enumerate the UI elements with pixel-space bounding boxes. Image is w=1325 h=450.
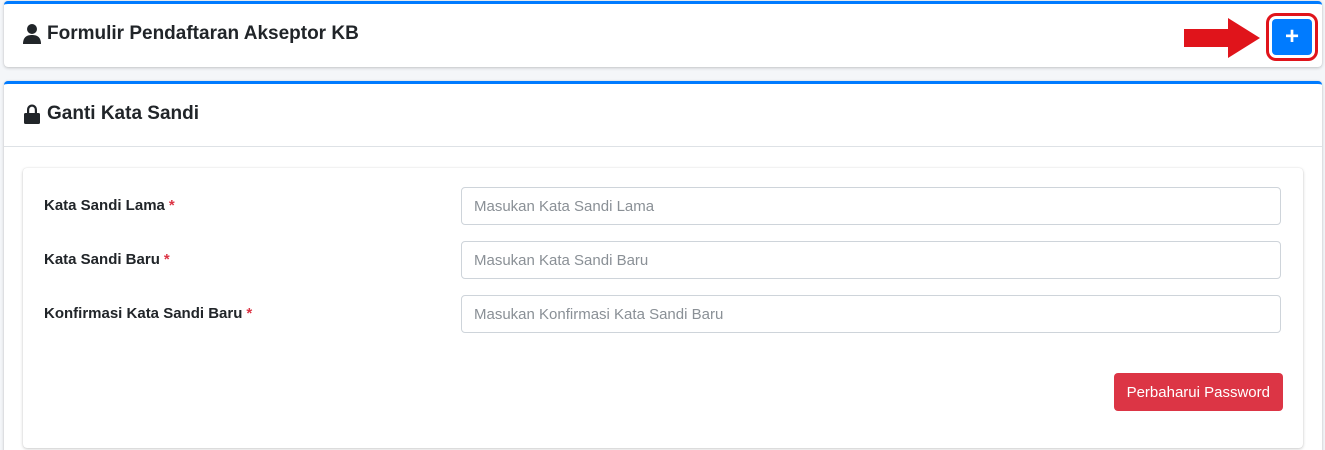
change-password-card: Ganti Kata Sandi Kata Sandi Lama * Kata S…	[4, 81, 1322, 450]
change-password-title: Ganti Kata Sandi	[47, 103, 200, 124]
registration-form-card: Formulir Pendaftaran Akseptor KB +	[4, 1, 1322, 67]
registration-card-title: Formulir Pendaftaran Akseptor KB	[47, 23, 359, 44]
pointer-arrow-icon	[1184, 18, 1260, 58]
old-password-label: Kata Sandi Lama *	[44, 197, 175, 214]
new-password-label-text: Kata Sandi Baru	[44, 251, 160, 268]
old-password-label-text: Kata Sandi Lama	[44, 197, 165, 214]
new-password-input[interactable]	[461, 241, 1281, 279]
user-icon	[23, 24, 41, 44]
confirm-password-input[interactable]	[461, 295, 1281, 333]
password-form: Kata Sandi Lama * Kata Sandi Baru * Konfir…	[23, 168, 1303, 448]
add-button[interactable]: +	[1266, 13, 1318, 61]
lock-icon	[24, 104, 40, 124]
confirm-password-label-text: Konfirmasi Kata Sandi Baru	[44, 305, 243, 322]
required-marker: *	[246, 305, 253, 322]
confirm-password-label: Konfirmasi Kata Sandi Baru *	[44, 305, 252, 322]
update-password-button[interactable]: Perbaharui Password	[1113, 373, 1283, 411]
registration-card-header: Formulir Pendaftaran Akseptor KB	[23, 23, 359, 45]
required-marker: *	[168, 197, 175, 214]
old-password-input[interactable]	[461, 187, 1281, 225]
required-marker: *	[163, 251, 170, 268]
old-password-row: Kata Sandi Lama *	[23, 187, 1303, 225]
confirm-password-row: Konfirmasi Kata Sandi Baru *	[23, 295, 1303, 333]
header-divider	[4, 146, 1322, 147]
new-password-row: Kata Sandi Baru *	[23, 241, 1303, 279]
new-password-label: Kata Sandi Baru *	[44, 251, 170, 268]
change-password-header: Ganti Kata Sandi	[23, 103, 199, 125]
